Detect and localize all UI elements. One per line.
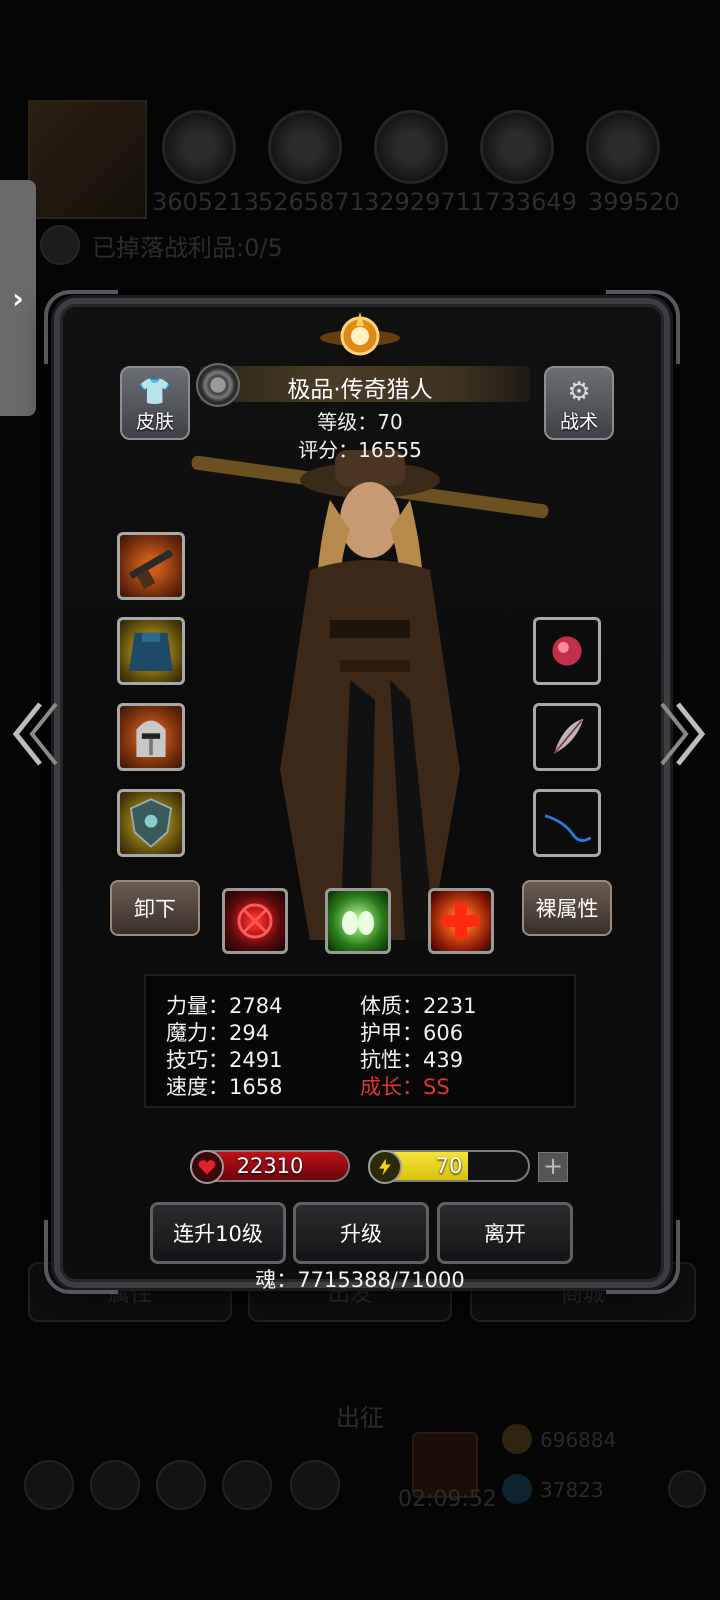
stat-skill: 技巧：2491 bbox=[166, 1048, 283, 1072]
resource-icon bbox=[586, 110, 660, 184]
base-stats-button[interactable]: 裸属性 bbox=[522, 880, 612, 936]
equip-slot-whip[interactable] bbox=[533, 789, 601, 857]
feather-icon bbox=[553, 718, 584, 754]
hero-portrait bbox=[191, 450, 549, 940]
soul-counter: 魂：7715388/71000 bbox=[255, 1268, 465, 1292]
upgrade-10-button[interactable]: 连升10级 bbox=[150, 1202, 286, 1264]
frame-corner bbox=[44, 1220, 118, 1294]
expedition-timer: 02:09:52 bbox=[398, 1487, 497, 1512]
frame-corner bbox=[44, 290, 118, 364]
resource-icon bbox=[480, 110, 554, 184]
stat-growth: 成长：SS bbox=[360, 1075, 450, 1099]
menu-icon bbox=[290, 1460, 340, 1510]
loot-icon bbox=[40, 225, 80, 265]
poison-skill-icon bbox=[342, 911, 374, 935]
helmet-icon bbox=[136, 720, 166, 758]
chevron-right-icon: › bbox=[12, 281, 24, 315]
previous-hero-arrow-icon[interactable] bbox=[10, 698, 62, 770]
gem-amount: 37823 bbox=[540, 1478, 604, 1502]
skill-slot-1[interactable] bbox=[222, 888, 288, 954]
menu-icon bbox=[156, 1460, 206, 1510]
stat-constitution: 体质：2231 bbox=[360, 994, 477, 1018]
add-icon bbox=[668, 1470, 706, 1508]
gold-coin-icon bbox=[502, 1424, 532, 1454]
crest-emblem-icon bbox=[320, 312, 400, 356]
resource-value: 5265871 bbox=[258, 188, 365, 216]
gold-amount: 696884 bbox=[540, 1428, 617, 1452]
resource-value: 399520 bbox=[588, 188, 680, 216]
hero-score: 评分：16555 bbox=[298, 438, 422, 462]
gem-icon bbox=[502, 1474, 532, 1504]
stat-armor: 护甲：606 bbox=[360, 1021, 464, 1045]
shirt-icon: 👕 bbox=[138, 377, 172, 407]
equip-slot-accessory[interactable] bbox=[117, 789, 185, 857]
tactics-button-label: 战术 bbox=[559, 411, 598, 433]
ruby-gem-icon bbox=[552, 636, 582, 666]
skin-button-label: 皮肤 bbox=[135, 411, 174, 433]
menu-icon bbox=[90, 1460, 140, 1510]
upgrade-button[interactable]: 升级 bbox=[293, 1202, 429, 1264]
cloak-icon bbox=[129, 632, 173, 672]
lightning-icon bbox=[368, 1150, 402, 1184]
resource-value: 3605213 bbox=[152, 188, 259, 216]
resource-value: 1733649 bbox=[470, 188, 577, 216]
leave-button[interactable]: 离开 bbox=[437, 1202, 573, 1264]
side-drawer-toggle[interactable]: › bbox=[0, 180, 36, 416]
hero-name: 极品·传奇猎人 bbox=[287, 377, 433, 403]
expedition-label: 出征 bbox=[336, 1404, 384, 1432]
resource-value: 3292971 bbox=[364, 188, 471, 216]
resource-icon bbox=[162, 110, 236, 184]
menu-icon bbox=[24, 1460, 74, 1510]
hero-level: 等级：70 bbox=[317, 410, 403, 434]
heal-skill-icon bbox=[443, 903, 479, 939]
unequip-button[interactable]: 卸下 bbox=[110, 880, 200, 936]
rifle-icon bbox=[129, 549, 173, 590]
next-hero-arrow-icon[interactable] bbox=[656, 698, 708, 770]
whip-icon bbox=[544, 814, 592, 842]
frame-corner bbox=[606, 1220, 680, 1294]
equip-slot-feather[interactable] bbox=[533, 703, 601, 771]
tactics-button[interactable]: ⚙ 战术 bbox=[544, 366, 614, 440]
menu-icon bbox=[222, 1460, 272, 1510]
skill-slot-3[interactable] bbox=[428, 888, 494, 954]
frame-corner bbox=[606, 290, 680, 364]
equip-slot-weapon[interactable] bbox=[117, 532, 185, 600]
equip-slot-armor[interactable] bbox=[117, 617, 185, 685]
gear-icon: ⚙ bbox=[567, 377, 591, 407]
player-portrait bbox=[28, 100, 147, 219]
loot-counter: 已掉落战利品:0/5 bbox=[92, 234, 283, 262]
equip-slot-gem[interactable] bbox=[533, 617, 601, 685]
resource-icon bbox=[268, 110, 342, 184]
resource-icon bbox=[374, 110, 448, 184]
equip-slot-helmet[interactable] bbox=[117, 703, 185, 771]
shield-icon bbox=[129, 798, 173, 848]
add-energy-button[interactable]: + bbox=[538, 1152, 568, 1182]
stat-magic: 魔力：294 bbox=[166, 1021, 270, 1045]
skin-button[interactable]: 👕 皮肤 bbox=[120, 366, 190, 440]
target-skill-icon bbox=[237, 903, 273, 939]
stat-resistance: 抗性：439 bbox=[360, 1048, 464, 1072]
heart-icon bbox=[190, 1150, 224, 1184]
skill-slot-2[interactable] bbox=[325, 888, 391, 954]
stat-speed: 速度：1658 bbox=[166, 1075, 283, 1099]
stat-strength: 力量：2784 bbox=[166, 994, 283, 1018]
